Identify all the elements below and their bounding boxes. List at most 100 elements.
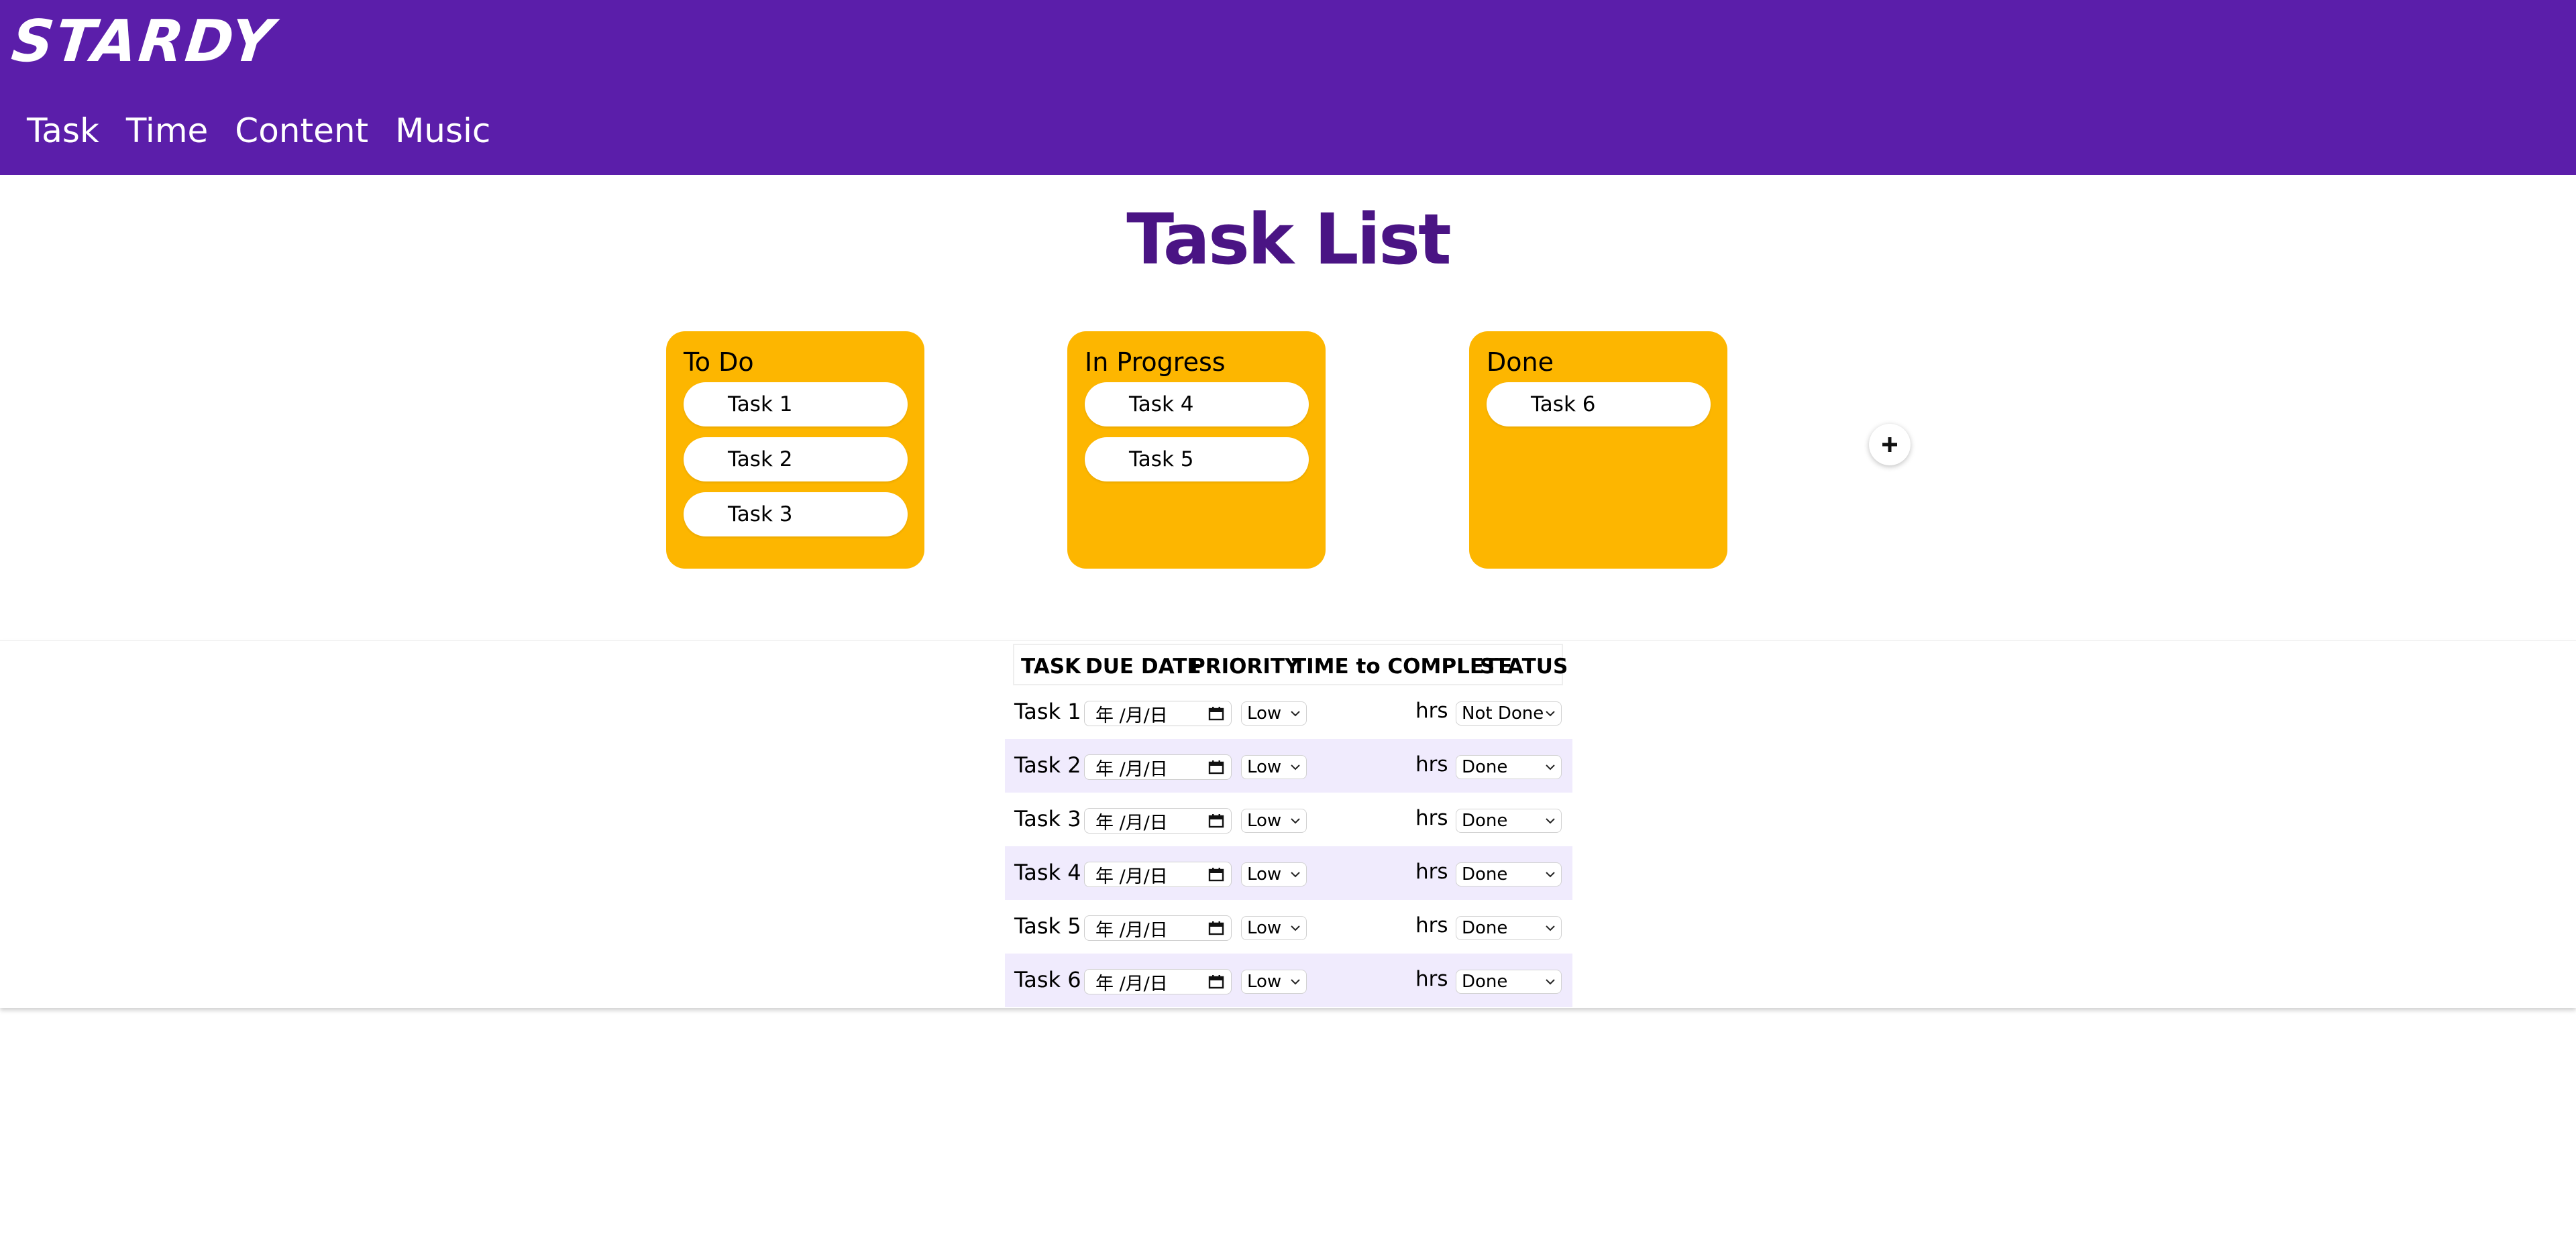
header-task: TASK — [1021, 654, 1081, 679]
calendar-icon[interactable] — [1208, 706, 1224, 721]
chevron-down-icon — [1291, 872, 1300, 878]
row-task-name: Task 5 — [1014, 913, 1081, 939]
column-title: In Progress — [1085, 347, 1226, 377]
chevron-down-icon — [1546, 872, 1555, 878]
task-table-section: TASK DUE DATE PRIORITY TIME to COMPLETE … — [0, 640, 2576, 1008]
add-column-button[interactable] — [1869, 424, 1911, 465]
hours-unit: hrs — [1415, 699, 1448, 723]
page-title: Task List — [1126, 198, 1452, 280]
top-header: STARDY Task Time Content Music — [0, 0, 2576, 175]
task-card[interactable]: Task 2 — [684, 437, 908, 481]
due-date-input[interactable]: 年 /月/日 — [1084, 862, 1232, 887]
time-to-complete-input[interactable] — [1320, 861, 1418, 888]
column-title: Done — [1487, 347, 1554, 377]
chevron-down-icon — [1291, 979, 1300, 985]
chevron-down-icon — [1546, 979, 1555, 985]
priority-select[interactable]: Low — [1241, 755, 1307, 779]
calendar-icon[interactable] — [1208, 813, 1224, 828]
row-task-name: Task 3 — [1014, 806, 1081, 832]
date-placeholder: 年 /月/日 — [1095, 866, 1168, 887]
calendar-icon[interactable] — [1208, 760, 1224, 775]
status-select[interactable]: Not Done — [1456, 701, 1562, 726]
nav-item-content[interactable]: Content — [235, 114, 368, 148]
priority-select[interactable]: Low — [1241, 916, 1307, 940]
chevron-down-icon — [1291, 711, 1300, 717]
time-to-complete-input[interactable] — [1320, 700, 1418, 727]
priority-select[interactable]: Low — [1241, 809, 1307, 833]
hours-unit: hrs — [1415, 967, 1448, 991]
chevron-down-icon — [1546, 925, 1555, 931]
row-task-name: Task 6 — [1014, 967, 1081, 992]
column-done: Done Task 6 — [1469, 331, 1727, 569]
task-card[interactable]: Task 1 — [684, 382, 908, 426]
priority-value: Low — [1247, 864, 1282, 884]
time-to-complete-input[interactable] — [1320, 754, 1418, 781]
chevron-down-icon — [1546, 818, 1555, 824]
chevron-down-icon — [1546, 764, 1555, 770]
due-date-input[interactable]: 年 /月/日 — [1084, 915, 1232, 941]
status-value: Done — [1462, 918, 1508, 938]
hours-unit: hrs — [1415, 752, 1448, 777]
due-date-input[interactable]: 年 /月/日 — [1084, 701, 1232, 726]
time-to-complete-input[interactable] — [1320, 915, 1418, 941]
priority-value: Low — [1247, 918, 1282, 938]
main-nav: Task Time Content Music — [27, 114, 490, 148]
table-row: Task 5 年 /月/日 Low hrs Done — [1005, 900, 1572, 954]
date-placeholder: 年 /月/日 — [1095, 812, 1168, 834]
priority-select[interactable]: Low — [1241, 701, 1307, 726]
column-in-progress: In Progress Task 4 Task 5 — [1067, 331, 1326, 569]
column-title: To Do — [684, 347, 754, 377]
priority-select[interactable]: Low — [1241, 862, 1307, 886]
task-card[interactable]: Task 5 — [1085, 437, 1309, 481]
time-to-complete-input[interactable] — [1320, 968, 1418, 995]
table-row: Task 2 年 /月/日 Low hrs Done — [1005, 739, 1572, 793]
status-select[interactable]: Done — [1456, 862, 1562, 886]
chevron-down-icon — [1546, 711, 1555, 717]
hours-unit: hrs — [1415, 860, 1448, 884]
calendar-icon[interactable] — [1208, 921, 1224, 935]
hours-unit: hrs — [1415, 913, 1448, 937]
hours-unit: hrs — [1415, 806, 1448, 830]
status-value: Done — [1462, 757, 1508, 777]
table-row: Task 4 年 /月/日 Low hrs Done — [1005, 846, 1572, 900]
task-card[interactable]: Task 4 — [1085, 382, 1309, 426]
date-placeholder: 年 /月/日 — [1095, 973, 1168, 994]
row-task-name: Task 4 — [1014, 860, 1081, 885]
date-placeholder: 年 /月/日 — [1095, 919, 1168, 941]
date-placeholder: 年 /月/日 — [1095, 758, 1168, 780]
status-select[interactable]: Done — [1456, 970, 1562, 994]
date-placeholder: 年 /月/日 — [1095, 705, 1168, 726]
calendar-icon[interactable] — [1208, 867, 1224, 882]
chevron-down-icon — [1291, 818, 1300, 824]
table-row: Task 3 年 /月/日 Low hrs Done — [1005, 793, 1572, 846]
header-priority: PRIORITY — [1190, 654, 1300, 679]
app-logo[interactable]: STARDY — [9, 8, 278, 75]
header-status: STATUS — [1480, 654, 1568, 679]
status-select[interactable]: Done — [1456, 809, 1562, 833]
priority-value: Low — [1247, 811, 1282, 831]
status-value: Done — [1462, 811, 1508, 831]
status-select[interactable]: Done — [1456, 916, 1562, 940]
nav-item-task[interactable]: Task — [27, 114, 99, 148]
calendar-icon[interactable] — [1208, 974, 1224, 989]
priority-select[interactable]: Low — [1241, 970, 1307, 994]
column-todo: To Do Task 1 Task 2 Task 3 — [666, 331, 924, 569]
row-task-name: Task 2 — [1014, 752, 1081, 778]
chevron-down-icon — [1291, 764, 1300, 770]
status-select[interactable]: Done — [1456, 755, 1562, 779]
due-date-input[interactable]: 年 /月/日 — [1084, 754, 1232, 780]
nav-item-time[interactable]: Time — [126, 114, 208, 148]
task-card[interactable]: Task 6 — [1487, 382, 1711, 426]
table-row: Task 6 年 /月/日 Low hrs Done — [1005, 954, 1572, 1007]
priority-value: Low — [1247, 972, 1282, 992]
task-card[interactable]: Task 3 — [684, 492, 908, 536]
status-value: Done — [1462, 972, 1508, 992]
due-date-input[interactable]: 年 /月/日 — [1084, 808, 1232, 834]
nav-item-music[interactable]: Music — [395, 114, 490, 148]
due-date-input[interactable]: 年 /月/日 — [1084, 969, 1232, 994]
priority-value: Low — [1247, 757, 1282, 777]
table-header: TASK DUE DATE PRIORITY TIME to COMPLETE … — [1013, 644, 1568, 685]
status-value: Not Done — [1462, 703, 1544, 724]
time-to-complete-input[interactable] — [1320, 807, 1418, 834]
priority-value: Low — [1247, 703, 1282, 724]
